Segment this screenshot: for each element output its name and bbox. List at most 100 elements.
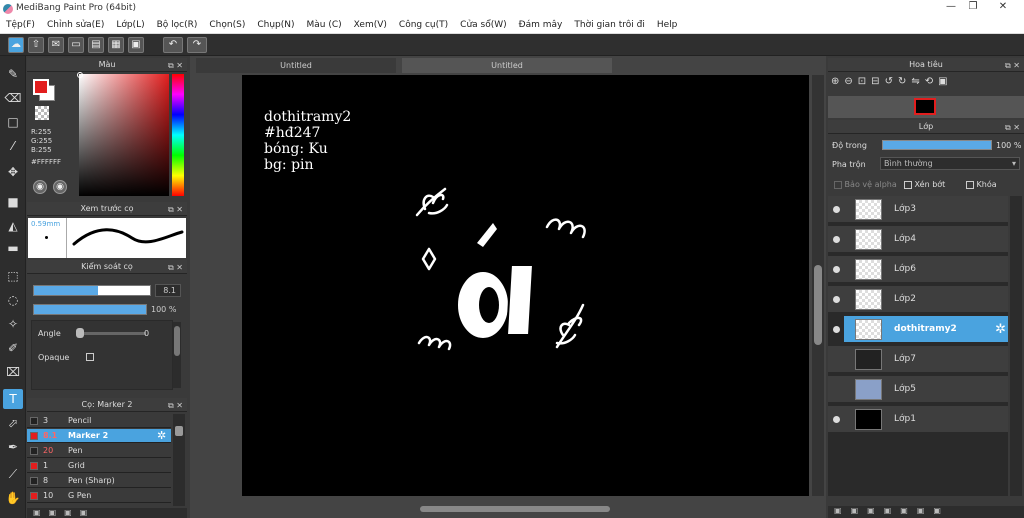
select-eraser-tool-icon[interactable]: ⌧ <box>3 362 23 382</box>
panel-close-icon[interactable]: ⧉ ✕ <box>168 399 183 412</box>
canvas-horizontal-scroll-thumb[interactable] <box>420 506 610 512</box>
menu-view[interactable]: Xem(V) <box>348 18 393 33</box>
delete-layer-icon[interactable]: ▣ <box>933 506 950 515</box>
layer-opacity-slider[interactable] <box>882 140 992 150</box>
gradient-tool-icon[interactable]: ▬ <box>3 238 23 258</box>
layer-row[interactable]: Lớp5 <box>828 376 1008 404</box>
brush-size-slider[interactable] <box>33 285 151 296</box>
layer-list-scrollbar[interactable] <box>1010 196 1022 496</box>
reset-icon[interactable]: ⟲ <box>925 76 938 87</box>
panel-close-icon[interactable]: ⧉ ✕ <box>168 261 183 274</box>
visibility-eye-icon[interactable] <box>833 236 840 243</box>
protect-alpha-option[interactable]: Bảo vệ alpha <box>834 180 897 189</box>
menu-file[interactable]: Tệp(F) <box>0 18 41 33</box>
operation-tool-icon[interactable]: ⬀ <box>3 413 23 433</box>
maximize-button[interactable]: ❐ <box>962 1 984 15</box>
flip-icon[interactable]: ⇋ <box>911 76 924 87</box>
copy-brush-icon[interactable]: ▣ <box>49 508 65 517</box>
layer-row[interactable]: Lớp1 <box>828 406 1008 434</box>
select-pen-tool-icon[interactable]: ✐ <box>3 338 23 358</box>
hand-tool-icon[interactable]: ✋ <box>3 488 23 508</box>
navigator-settings-icon[interactable]: ▣ <box>938 76 952 87</box>
bucket-tool-icon[interactable]: ◭ <box>3 216 23 236</box>
layer-row-selected[interactable]: dothitramy2 ✲ <box>844 316 1008 344</box>
brush-item-grid[interactable]: 1 Grid <box>27 459 171 473</box>
protect-alpha-checkbox[interactable] <box>834 180 842 189</box>
add-layer-icon[interactable]: ▣ <box>834 506 851 515</box>
duplicate-layer-icon[interactable]: ▣ <box>867 506 884 515</box>
palette-icon[interactable]: ◉ <box>33 180 47 194</box>
add-brush-icon[interactable]: ▣ <box>33 508 49 517</box>
brush-opacity-slider[interactable] <box>33 304 147 315</box>
blend-mode-select[interactable]: Bình thường ▾ <box>880 157 1020 170</box>
menu-capture[interactable]: Chụp(N) <box>251 18 300 33</box>
panel-close-icon[interactable]: ⧉ ✕ <box>168 59 183 72</box>
angle-handle[interactable] <box>76 328 84 338</box>
picker-cursor[interactable] <box>77 72 83 78</box>
drawing-canvas[interactable]: dothitramy2 #hđ247 bóng: Ku bg: pin <box>242 75 809 496</box>
layer-row[interactable]: Lớp3 <box>828 196 1008 224</box>
magic-wand-tool-icon[interactable]: ✧ <box>3 314 23 334</box>
layer-row[interactable]: Lớp2 <box>828 286 1008 314</box>
eraser-tool-icon[interactable]: ⌫ <box>3 88 23 108</box>
control-scrollbar[interactable] <box>173 322 181 388</box>
clip-checkbox[interactable] <box>904 180 912 189</box>
menu-select[interactable]: Chọn(S) <box>203 18 251 33</box>
brush-item-pen-sharp[interactable]: 8 Pen (Sharp) <box>27 474 171 488</box>
eyedropper-tool-icon[interactable]: ✒ <box>3 437 23 457</box>
brush-size-value[interactable]: 8.1 <box>155 284 181 297</box>
saturation-value-picker[interactable] <box>79 74 169 196</box>
share-icon[interactable]: ⇧ <box>28 37 44 53</box>
opaque-checkbox[interactable] <box>86 353 94 361</box>
menu-color[interactable]: Màu (C) <box>301 18 348 33</box>
text-tool-icon[interactable]: T <box>3 389 23 409</box>
navigator-thumbnail[interactable] <box>914 98 936 115</box>
rotate-left-icon[interactable]: ↺ <box>885 76 898 87</box>
panel-close-icon[interactable]: ⧉ ✕ <box>1005 59 1020 72</box>
menu-edit[interactable]: Chỉnh sửa(E) <box>41 18 110 33</box>
canvas-scroll-thumb[interactable] <box>814 265 822 345</box>
menu-timelapse[interactable]: Thời gian trôi đi <box>568 18 650 33</box>
lock-option[interactable]: Khóa <box>966 180 997 189</box>
brush-list-scrollbar[interactable] <box>173 414 185 506</box>
panel-icon[interactable]: ▣ <box>128 37 144 53</box>
control-scroll-thumb[interactable] <box>174 326 180 356</box>
grid-icon[interactable]: ▦ <box>108 37 124 53</box>
merge-layer-icon[interactable]: ▣ <box>884 506 901 515</box>
document-icon[interactable]: ▤ <box>88 37 104 53</box>
clip-option[interactable]: Xén bớt <box>904 180 945 189</box>
menu-help[interactable]: Help <box>651 18 684 33</box>
layer-row[interactable]: Lớp4 <box>828 226 1008 254</box>
select-tool-icon[interactable]: ⬚ <box>3 266 23 286</box>
actual-size-icon[interactable]: ⊟ <box>871 76 884 87</box>
add-folder-icon[interactable]: ▣ <box>851 506 868 515</box>
zoom-out-icon[interactable]: ⊖ <box>844 76 857 87</box>
menu-tools[interactable]: Công cụ(T) <box>393 18 454 33</box>
folder-icon[interactable]: ▣ <box>64 508 80 517</box>
transparent-swatch[interactable] <box>35 106 49 120</box>
close-button[interactable]: ✕ <box>992 1 1014 15</box>
hue-slider[interactable] <box>172 74 184 196</box>
minimize-button[interactable]: — <box>940 1 962 15</box>
brush-item-pen[interactable]: 20 Pen <box>27 444 171 458</box>
brush-item-g-pen[interactable]: 10 G Pen <box>27 489 171 503</box>
divide-tool-icon[interactable]: ⟋ <box>3 464 23 484</box>
visibility-eye-icon[interactable] <box>833 416 840 423</box>
fit-icon[interactable]: ⊡ <box>858 76 871 87</box>
visibility-eye-icon[interactable] <box>833 206 840 213</box>
lasso-tool-icon[interactable]: ◌ <box>3 290 23 310</box>
rotate-right-icon[interactable]: ↻ <box>898 76 911 87</box>
dot-tool-icon[interactable]: ⁄ <box>3 136 23 156</box>
menu-filter[interactable]: Bộ lọc(R) <box>151 18 204 33</box>
panel-close-icon[interactable]: ⧉ ✕ <box>1005 121 1020 134</box>
visibility-eye-icon[interactable] <box>833 326 840 333</box>
brush-tool-icon[interactable]: ✎ <box>3 64 23 84</box>
redo-icon[interactable]: ↷ <box>187 37 207 53</box>
lock-checkbox[interactable] <box>966 180 974 189</box>
foreground-color-swatch[interactable] <box>33 79 49 95</box>
visibility-eye-icon[interactable] <box>833 296 840 303</box>
brush-item-pencil[interactable]: 3 Pencil <box>27 414 171 428</box>
layer-up-icon[interactable]: ▣ <box>900 506 917 515</box>
delete-brush-icon[interactable]: ▣ <box>80 508 96 517</box>
fill-shape-tool-icon[interactable]: ■ <box>3 192 23 212</box>
